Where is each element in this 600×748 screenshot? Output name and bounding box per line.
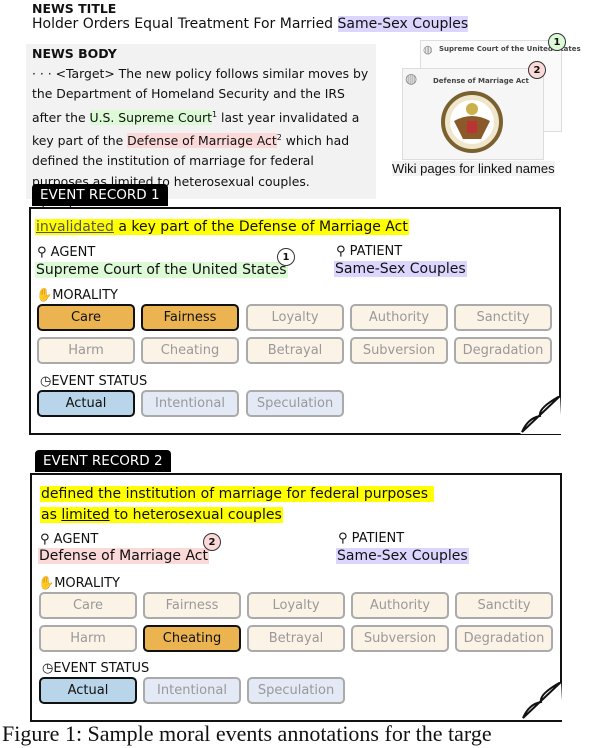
clock-check-icon: ◷ <box>42 661 54 676</box>
morality-option-cheating[interactable]: Cheating <box>141 337 239 364</box>
patient-2-value: Same-Sex Couples <box>336 548 469 564</box>
agent-1-label: ⚲ AGENT <box>37 245 96 260</box>
morality-option-subversion[interactable]: Subversion <box>350 337 448 364</box>
status-1-label: ◷EVENT STATUS <box>40 374 148 389</box>
morality-option-fairness[interactable]: Fairness <box>143 592 241 619</box>
person-icon: ⚲ <box>37 245 47 260</box>
agent-2-badge: 2 <box>203 533 221 551</box>
event-2-sentence-line1: defined the institution of marriage for … <box>40 486 435 502</box>
entity-supreme-court: U.S. Supreme Court <box>89 109 212 125</box>
wiki-page-2[interactable]: ◍ Defense of Marriage Act <box>402 68 544 160</box>
title-entity: Same-Sex Couples <box>337 16 469 32</box>
morality-option-harm[interactable]: Harm <box>39 625 137 652</box>
person-icon: ⚲ <box>40 532 50 547</box>
title-text: Holder Orders Equal Treatment For Marrie… <box>32 16 338 32</box>
wiki-page-2-title: Defense of Marriage Act <box>433 77 529 85</box>
morality-option-fairness[interactable]: Fairness <box>141 304 239 331</box>
status-option-intentional[interactable]: Intentional <box>141 390 239 417</box>
hand-icon: ✋ <box>38 576 55 591</box>
agent-1-value: Supreme Court of the United States <box>35 262 288 278</box>
morality-option-harm[interactable]: Harm <box>37 337 135 364</box>
person-icon: ⚲ <box>338 531 348 546</box>
patient-1-label: ⚲ PATIENT <box>336 244 403 259</box>
morality-2-label: ✋MORALITY <box>38 576 120 591</box>
agent-1-badge: 1 <box>277 248 295 266</box>
event-2-sentence-line2: as limited to heterosexual couples <box>40 507 283 523</box>
folded-corner-icon <box>521 682 563 720</box>
morality-1-label: ✋MORALITY <box>36 288 118 303</box>
hand-icon: ✋ <box>36 288 53 303</box>
morality-option-care[interactable]: Care <box>37 304 135 331</box>
status-option-speculation[interactable]: Speculation <box>246 390 344 417</box>
morality-option-loyalty[interactable]: Loyalty <box>247 592 345 619</box>
folded-corner-icon <box>520 396 562 434</box>
morality-option-degradation[interactable]: Degradation <box>454 337 552 364</box>
morality-option-loyalty[interactable]: Loyalty <box>246 304 344 331</box>
morality-option-authority[interactable]: Authority <box>351 592 449 619</box>
morality-option-care[interactable]: Care <box>39 592 137 619</box>
person-icon: ⚲ <box>336 244 346 259</box>
figure-caption: Figure 1: Sample moral events annotation… <box>2 721 492 746</box>
morality-option-betrayal[interactable]: Betrayal <box>247 625 345 652</box>
status-option-actual[interactable]: Actual <box>37 390 135 417</box>
wiki-caption: Wiki pages for linked names <box>392 161 555 176</box>
news-title: Holder Orders Equal Treatment For Marrie… <box>32 16 469 32</box>
morality-option-sanctity[interactable]: Sanctity <box>455 592 553 619</box>
status-option-intentional[interactable]: Intentional <box>143 677 241 704</box>
event-record-2-tab[interactable]: EVENT RECORD 2 <box>35 450 171 472</box>
status-2-label: ◷EVENT STATUS <box>42 661 150 676</box>
patient-1-value: Same-Sex Couples <box>334 261 467 277</box>
morality-option-subversion[interactable]: Subversion <box>351 625 449 652</box>
agent-2-label: ⚲ AGENT <box>40 532 99 547</box>
event-2-trigger: limited <box>61 507 110 523</box>
wikipedia-globe-icon: ◍ <box>423 43 433 56</box>
news-title-label: NEWS TITLE <box>32 1 117 16</box>
morality-option-authority[interactable]: Authority <box>350 304 448 331</box>
event-record-1-tab[interactable]: EVENT RECORD 1 <box>32 184 168 206</box>
morality-option-betrayal[interactable]: Betrayal <box>246 337 344 364</box>
event-1-sentence: invalidated a key part of the Defense of… <box>35 219 409 235</box>
wiki-badge-1: 1 <box>548 33 566 51</box>
wiki-badge-2: 2 <box>528 61 546 79</box>
seal-image <box>441 91 503 153</box>
entity-doma: Defense of Marriage Act <box>127 133 277 149</box>
event-1-trigger: invalidated <box>36 219 114 235</box>
agent-2-value: Defense of Marriage Act <box>38 548 209 564</box>
clock-check-icon: ◷ <box>40 374 52 389</box>
news-body-label: NEWS BODY <box>32 46 117 61</box>
status-option-actual[interactable]: Actual <box>39 677 137 704</box>
morality-option-cheating[interactable]: Cheating <box>143 625 241 652</box>
patient-2-label: ⚲ PATIENT <box>338 531 405 546</box>
morality-option-sanctity[interactable]: Sanctity <box>454 304 552 331</box>
wikipedia-globe-icon: ◍ <box>405 71 418 87</box>
morality-option-degradation[interactable]: Degradation <box>455 625 553 652</box>
status-option-speculation[interactable]: Speculation <box>247 677 345 704</box>
